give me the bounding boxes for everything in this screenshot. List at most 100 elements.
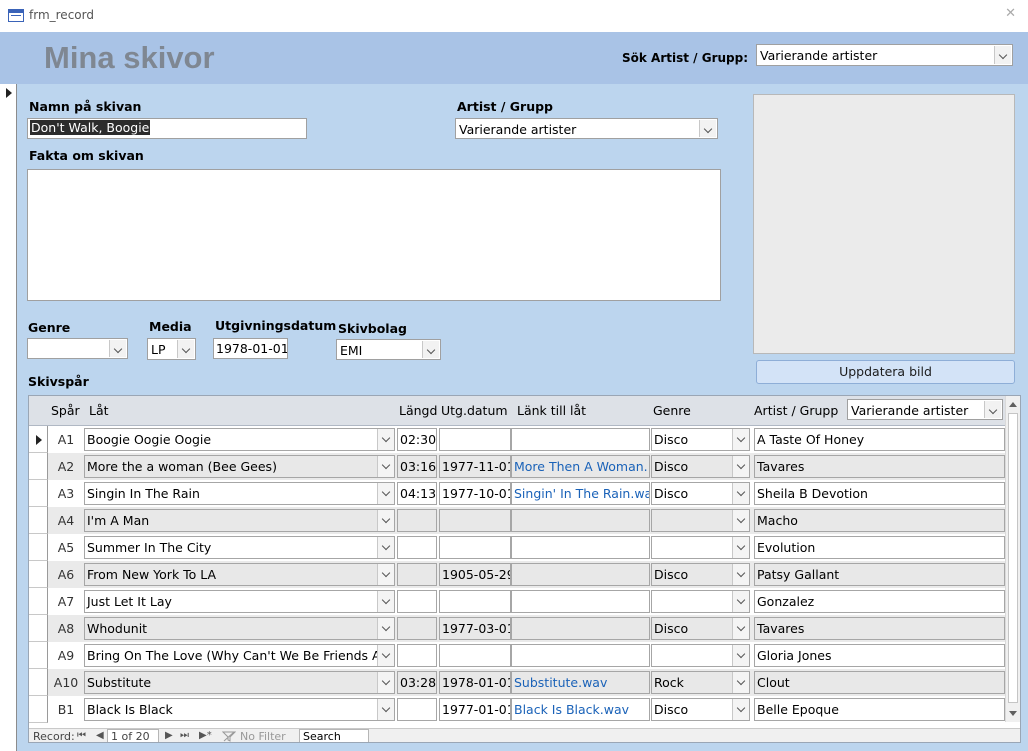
facts-memo[interactable] xyxy=(27,169,721,301)
chevron-down-icon[interactable] xyxy=(732,483,749,504)
track-length[interactable] xyxy=(397,644,437,667)
chevron-down-icon[interactable] xyxy=(732,672,749,693)
track-title-combo[interactable]: From New York To LA xyxy=(84,563,395,586)
chevron-down-icon[interactable] xyxy=(422,341,439,358)
track-release-date[interactable]: 1905-05-29 xyxy=(439,563,511,586)
track-link[interactable] xyxy=(511,509,650,532)
track-artist[interactable]: Clout xyxy=(754,671,1005,694)
new-record-icon[interactable]: ▶* xyxy=(199,730,212,741)
chevron-down-icon[interactable] xyxy=(109,340,126,357)
search-artist-combo[interactable]: Varierande artister xyxy=(756,44,1013,66)
chevron-down-icon[interactable] xyxy=(377,618,394,639)
record-selector[interactable] xyxy=(0,84,17,751)
track-release-date[interactable] xyxy=(439,644,511,667)
scroll-down-icon[interactable] xyxy=(1009,711,1017,716)
chevron-down-icon[interactable] xyxy=(377,645,394,666)
track-release-date[interactable]: 1978-01-01 xyxy=(439,671,511,694)
row-selector[interactable] xyxy=(29,534,48,561)
chevron-down-icon[interactable] xyxy=(732,699,749,720)
track-artist[interactable]: Macho xyxy=(754,509,1005,532)
chevron-down-icon[interactable] xyxy=(377,456,394,477)
track-length[interactable]: 03:28 xyxy=(397,671,437,694)
track-title-combo[interactable]: Summer In The City xyxy=(84,536,395,559)
track-length[interactable] xyxy=(397,698,437,721)
track-release-date[interactable] xyxy=(439,536,511,559)
row-selector[interactable] xyxy=(29,642,48,669)
track-artist[interactable]: Gloria Jones xyxy=(754,644,1005,667)
genre-combo[interactable] xyxy=(27,338,128,359)
chevron-down-icon[interactable] xyxy=(377,699,394,720)
track-genre-combo[interactable] xyxy=(651,590,750,613)
track-release-date[interactable]: 1977-10-01 xyxy=(439,482,511,505)
next-record-icon[interactable]: ▶ xyxy=(165,730,173,741)
record-label-combo[interactable]: EMI xyxy=(336,339,441,360)
track-genre-combo[interactable]: Disco xyxy=(651,617,750,640)
track-length[interactable] xyxy=(397,509,437,532)
track-genre-combo[interactable] xyxy=(651,644,750,667)
chevron-down-icon[interactable] xyxy=(732,618,749,639)
tracks-scrollbar[interactable] xyxy=(1005,396,1020,722)
chevron-down-icon[interactable] xyxy=(732,591,749,612)
close-icon[interactable]: ✕ xyxy=(1005,6,1016,21)
track-title-combo[interactable]: Just Let It Lay xyxy=(84,590,395,613)
track-link[interactable] xyxy=(511,563,650,586)
update-image-button[interactable]: Uppdatera bild xyxy=(756,360,1015,384)
row-selector[interactable] xyxy=(29,453,48,480)
track-title-combo[interactable]: Singin In The Rain xyxy=(84,482,395,505)
track-link[interactable]: Substitute.wav xyxy=(511,671,650,694)
track-link[interactable] xyxy=(511,536,650,559)
scroll-up-icon[interactable] xyxy=(1009,402,1017,407)
track-release-date[interactable]: 1977-03-01 xyxy=(439,617,511,640)
track-release-date[interactable]: 1977-01-01 xyxy=(439,698,511,721)
artist-combo[interactable]: Varierande artister xyxy=(455,118,718,139)
track-artist[interactable]: Tavares xyxy=(754,617,1005,640)
chevron-down-icon[interactable] xyxy=(699,120,716,137)
track-length[interactable] xyxy=(397,590,437,613)
track-length[interactable] xyxy=(397,617,437,640)
last-record-icon[interactable]: ⏭ xyxy=(180,730,189,741)
name-field[interactable]: Don't Walk, Boogie xyxy=(27,118,307,139)
track-link[interactable] xyxy=(511,617,650,640)
track-artist[interactable]: A Taste Of Honey xyxy=(754,428,1005,451)
track-genre-combo[interactable] xyxy=(651,509,750,532)
track-genre-combo[interactable]: Disco xyxy=(651,455,750,478)
track-link[interactable] xyxy=(511,644,650,667)
track-length[interactable]: 03:16 xyxy=(397,455,437,478)
track-genre-combo[interactable]: Disco xyxy=(651,563,750,586)
release-date-field[interactable]: 1978-01-01 xyxy=(213,338,288,359)
track-length[interactable] xyxy=(397,563,437,586)
track-genre-combo[interactable] xyxy=(651,536,750,559)
search-input[interactable]: Search xyxy=(299,729,369,742)
track-release-date[interactable]: 1977-11-01 xyxy=(439,455,511,478)
first-record-icon[interactable]: ⏮ xyxy=(77,730,86,741)
chevron-down-icon[interactable] xyxy=(994,46,1011,64)
track-artist[interactable]: Tavares xyxy=(754,455,1005,478)
chevron-down-icon[interactable] xyxy=(377,564,394,585)
track-artist[interactable]: Gonzalez xyxy=(754,590,1005,613)
track-link[interactable] xyxy=(511,428,650,451)
track-title-combo[interactable]: More the a woman (Bee Gees) xyxy=(84,455,395,478)
track-release-date[interactable] xyxy=(439,590,511,613)
artist-filter-combo[interactable]: Varierande artister xyxy=(847,399,1003,420)
track-title-combo[interactable]: Black Is Black xyxy=(84,698,395,721)
chevron-down-icon[interactable] xyxy=(732,537,749,558)
track-title-combo[interactable]: Substitute xyxy=(84,671,395,694)
chevron-down-icon[interactable] xyxy=(984,401,1001,418)
chevron-down-icon[interactable] xyxy=(177,340,194,358)
row-selector[interactable] xyxy=(29,426,48,453)
row-selector[interactable] xyxy=(29,507,48,534)
track-genre-combo[interactable]: Disco xyxy=(651,428,750,451)
track-title-combo[interactable]: Bring On The Love (Why Can't We Be Frien… xyxy=(84,644,395,667)
track-genre-combo[interactable]: Disco xyxy=(651,482,750,505)
chevron-down-icon[interactable] xyxy=(377,483,394,504)
no-filter-button[interactable]: No Filter xyxy=(240,730,286,742)
chevron-down-icon[interactable] xyxy=(732,456,749,477)
chevron-down-icon[interactable] xyxy=(732,429,749,450)
chevron-down-icon[interactable] xyxy=(732,645,749,666)
chevron-down-icon[interactable] xyxy=(377,510,394,531)
track-genre-combo[interactable]: Rock xyxy=(651,671,750,694)
row-selector[interactable] xyxy=(29,669,48,696)
record-position-input[interactable]: 1 of 20 xyxy=(107,729,159,742)
track-link[interactable] xyxy=(511,590,650,613)
track-artist[interactable]: Evolution xyxy=(754,536,1005,559)
